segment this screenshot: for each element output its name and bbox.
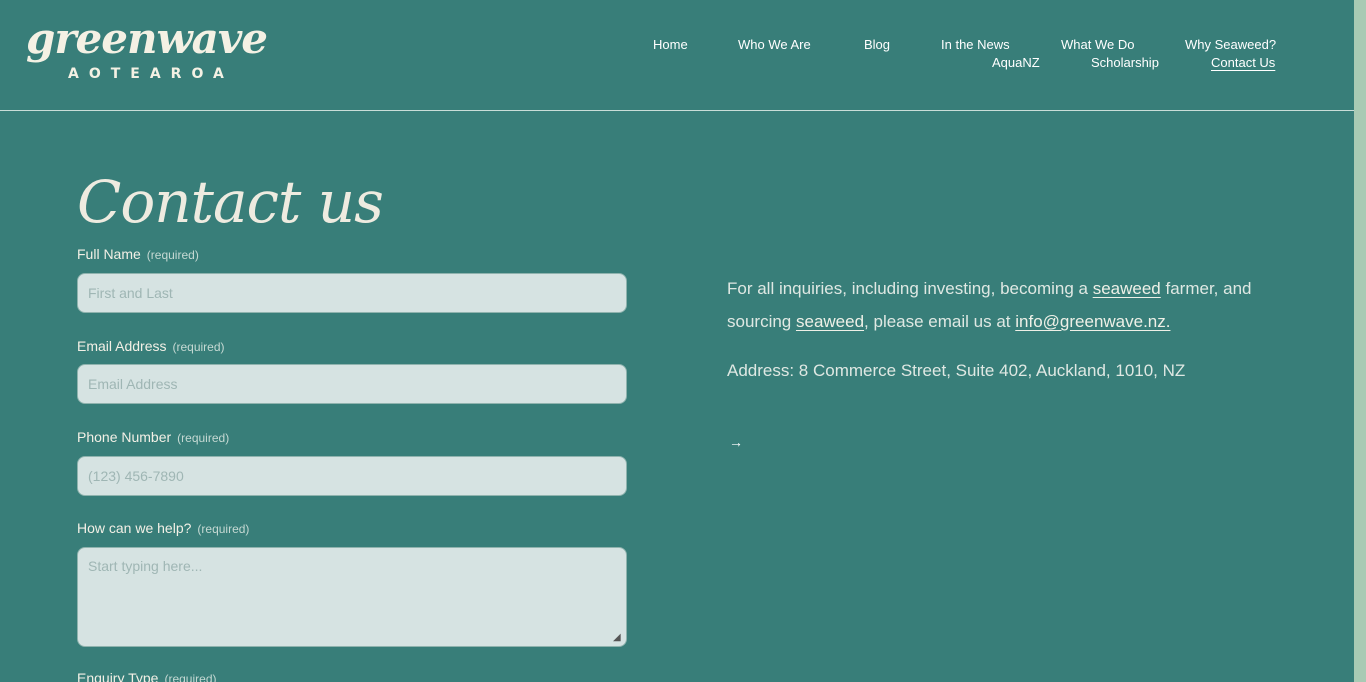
required-note: (required) [172, 340, 225, 354]
seaweed-link[interactable]: seaweed [1093, 279, 1161, 298]
arrow-right-icon[interactable]: → [729, 434, 743, 450]
enquiry-type-label-text: Enquiry Type [77, 670, 159, 682]
email-label-text: Email Address [77, 338, 167, 354]
resize-grip-icon[interactable]: ◢ [613, 632, 625, 644]
enquiry-type-label: Enquiry Type (required) [77, 670, 217, 682]
phone-input[interactable] [77, 456, 627, 496]
address-text: Address: 8 Commerce Street, Suite 402, A… [727, 361, 1186, 380]
nav-aquanz[interactable]: AquaNZ [992, 55, 1040, 71]
help-label-text: How can we help? [77, 520, 192, 536]
nav-what-we-do[interactable]: What We Do [1061, 37, 1134, 53]
nav-why-seaweed[interactable]: Why Seaweed? [1185, 37, 1276, 53]
full-name-input[interactable] [77, 273, 627, 313]
help-label: How can we help? (required) [77, 520, 249, 536]
logo-subtitle: AOTEAROA [68, 66, 234, 82]
required-note: (required) [164, 672, 217, 682]
site-header: greenwave AOTEAROA Home Who We Are Blog … [0, 0, 1354, 111]
scrollbar[interactable] [1354, 0, 1366, 682]
email-link[interactable]: info@greenwave.nz. [1015, 312, 1170, 331]
phone-label: Phone Number (required) [77, 429, 229, 445]
nav-in-the-news[interactable]: In the News [941, 37, 1010, 53]
required-note: (required) [146, 248, 199, 262]
full-name-label: Full Name (required) [77, 246, 199, 262]
email-label: Email Address (required) [77, 338, 225, 354]
nav-blog[interactable]: Blog [864, 37, 890, 53]
contact-page: greenwave AOTEAROA Home Who We Are Blog … [0, 0, 1366, 682]
greenwave-logo[interactable]: greenwave AOTEAROA [26, 18, 278, 83]
nav-home[interactable]: Home [653, 37, 688, 53]
required-note: (required) [197, 522, 250, 536]
nav-contact-us[interactable]: Contact Us [1211, 55, 1275, 71]
email-input[interactable] [77, 364, 627, 404]
contact-info-text: For all inquiries, including investing, … [727, 272, 1287, 338]
seaweed-link[interactable]: seaweed [796, 312, 864, 331]
nav-who-we-are[interactable]: Who We Are [738, 37, 811, 53]
logo-wordmark: greenwave [26, 14, 268, 63]
page-title: Contact us [77, 168, 384, 236]
nav-scholarship[interactable]: Scholarship [1091, 55, 1159, 71]
phone-label-text: Phone Number [77, 429, 172, 445]
required-note: (required) [177, 431, 230, 445]
info-text-1: For all inquiries, including investing, … [727, 279, 1093, 298]
help-textarea[interactable] [77, 547, 627, 647]
info-text-3: , please email us at [864, 312, 1016, 331]
full-name-label-text: Full Name [77, 246, 141, 262]
